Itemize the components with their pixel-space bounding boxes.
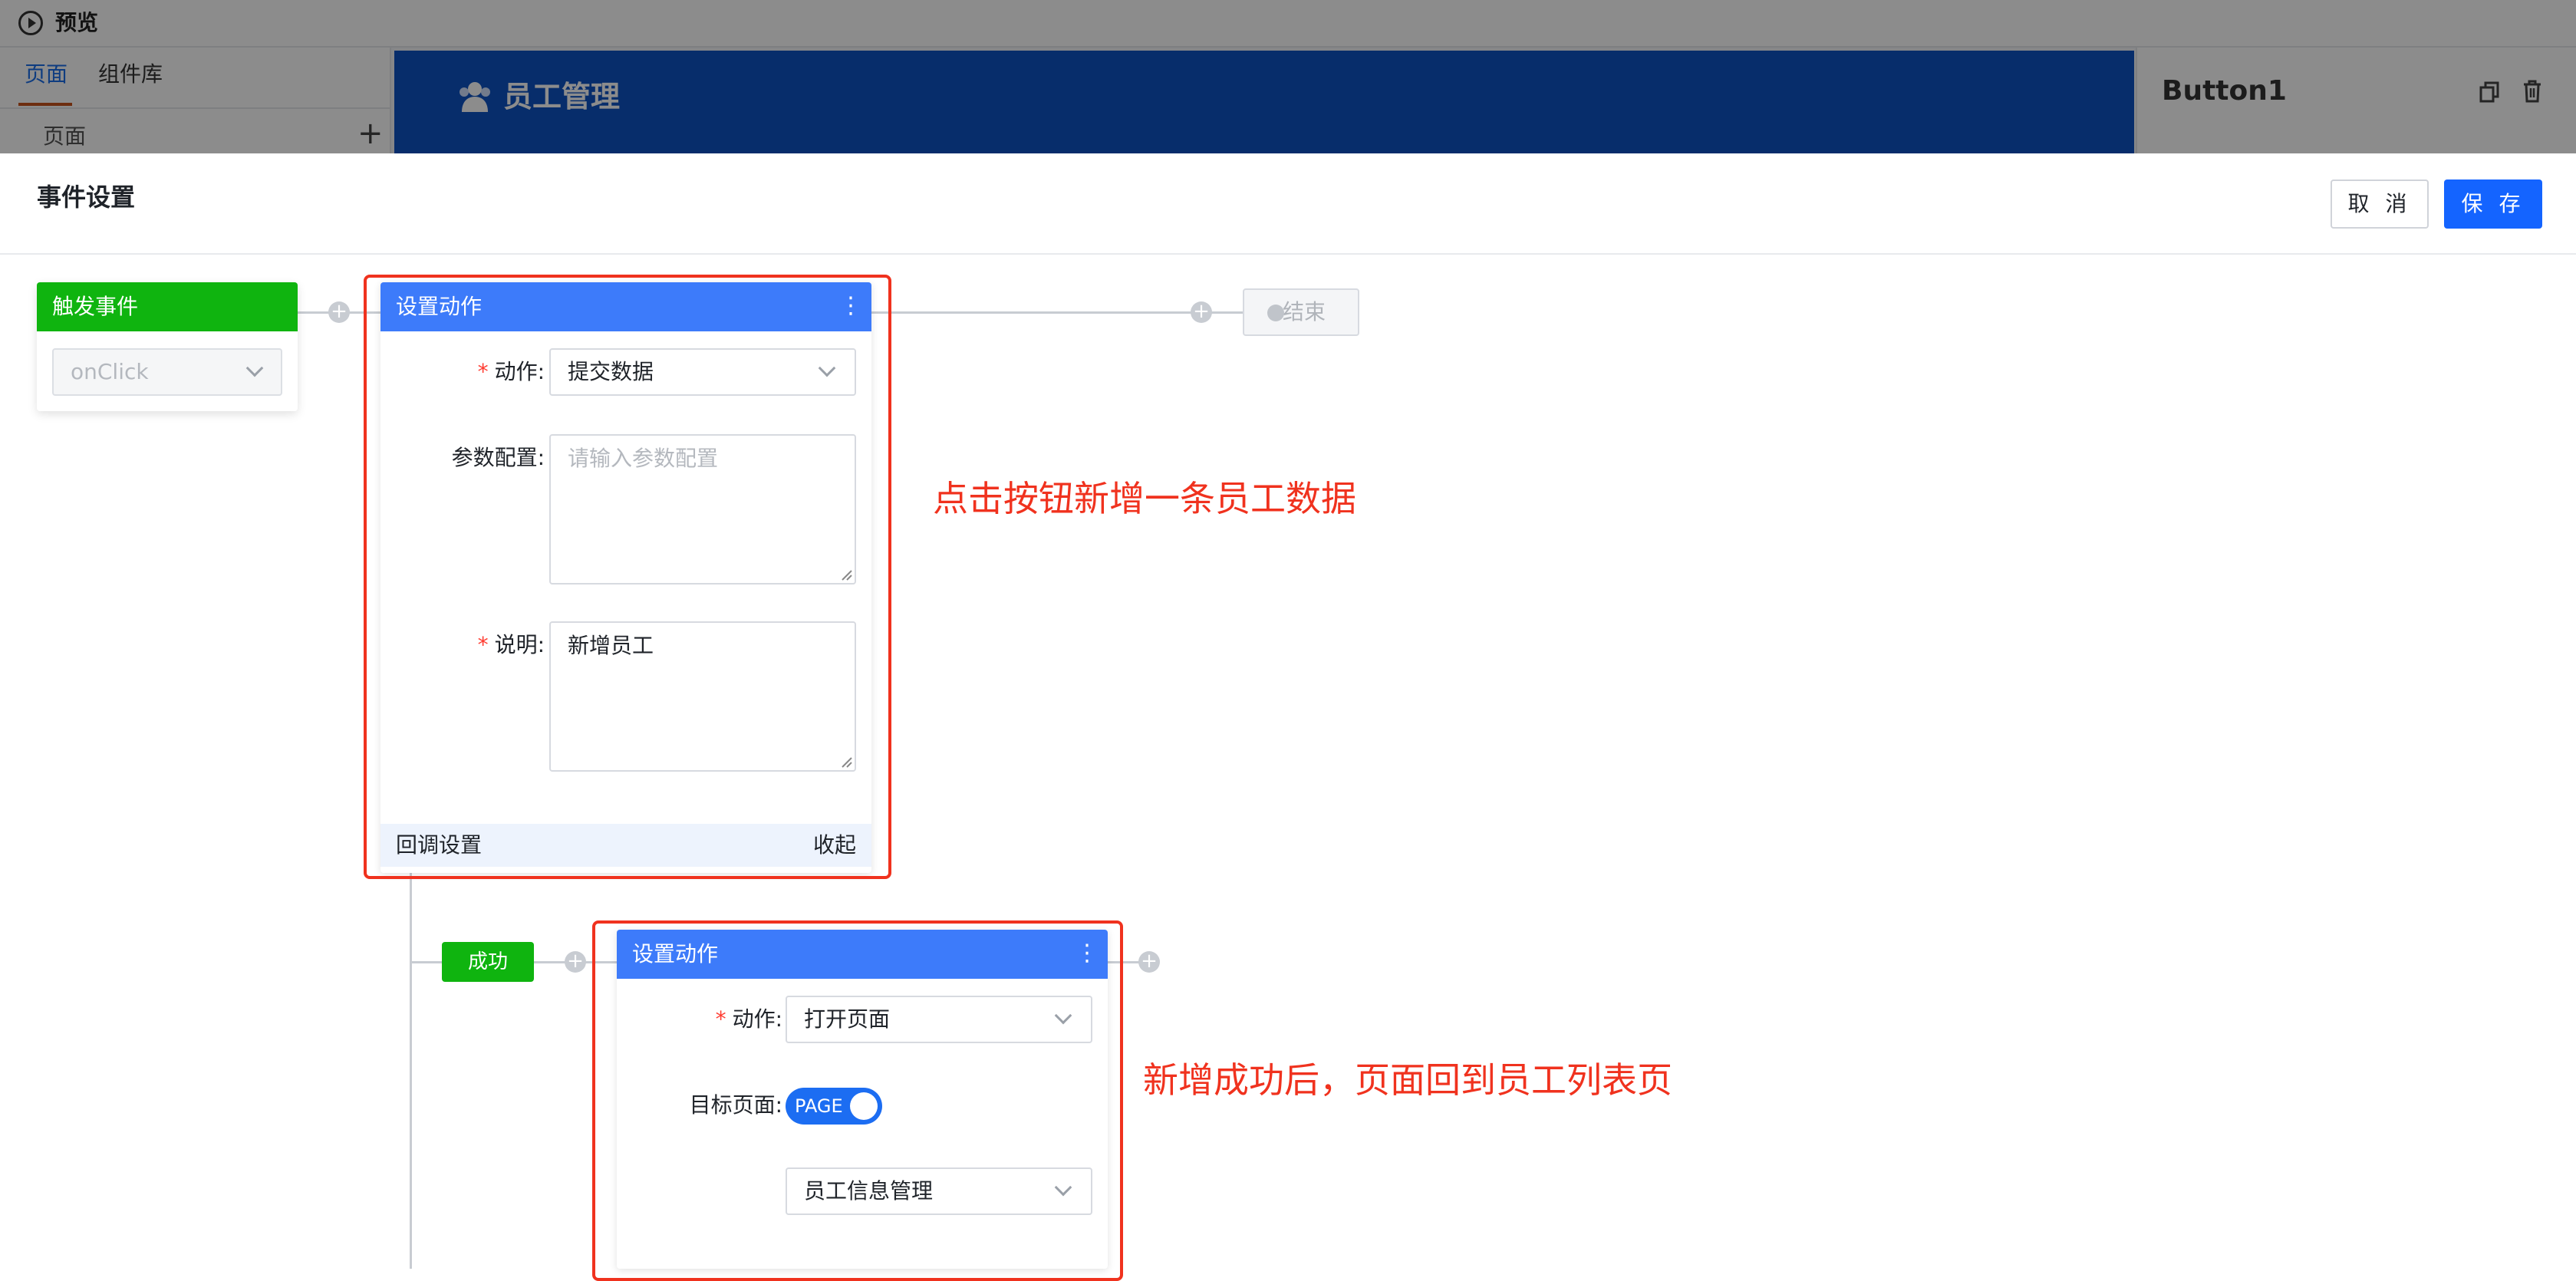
cancel-button[interactable]: 取 消 [2331,179,2429,229]
annotation-highlight-box [592,920,1123,1281]
trigger-event-value: onClick [71,359,149,384]
connector-line [871,311,1244,314]
end-node-label: 结束 [1283,299,1326,324]
trigger-event-select[interactable]: onClick [52,348,282,396]
dialog-title: 事件设置 [37,183,136,212]
annotation-highlight-box [364,275,891,879]
add-action-button[interactable]: + [1191,301,1212,323]
end-node: 结束 [1243,288,1359,336]
dialog-header-divider [0,253,2576,255]
add-action-button[interactable]: + [565,951,586,973]
save-button[interactable]: 保 存 [2444,179,2542,229]
trigger-node-header: 触发事件 [37,282,298,331]
annotation-note: 新增成功后，页面回到员工列表页 [1143,1059,1672,1101]
modal-overlay[interactable] [0,0,2576,153]
annotation-note: 点击按钮新增一条员工数据 [933,478,1356,519]
add-action-button[interactable]: + [1138,951,1160,973]
success-branch-badge: 成功 [442,942,534,982]
branch-line [410,873,412,1269]
end-dot-icon [1267,305,1284,321]
connector-line [411,961,442,963]
add-action-button[interactable]: + [328,301,350,323]
